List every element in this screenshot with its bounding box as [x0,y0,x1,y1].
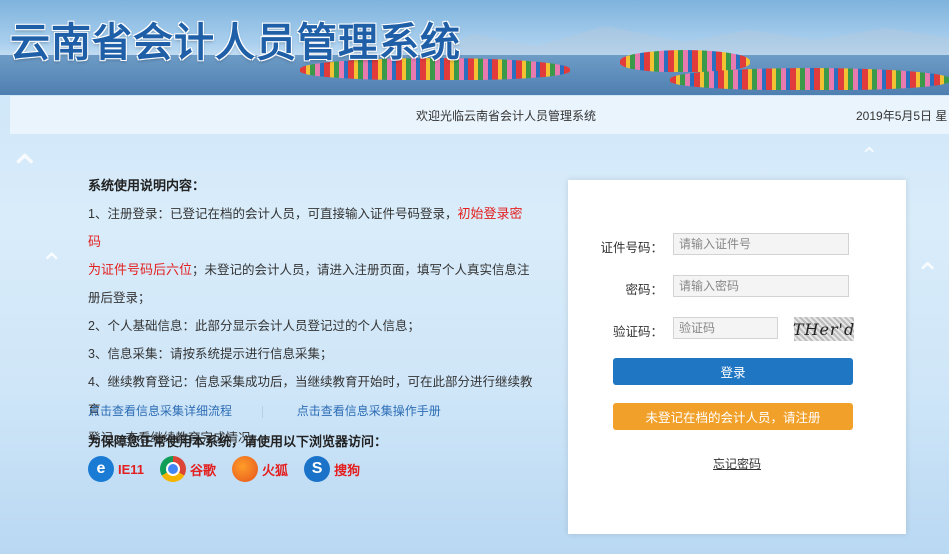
password-row: 密码： [568,275,906,299]
chrome-icon [160,456,187,482]
id-number-input[interactable] [673,233,849,255]
login-button[interactable]: 登录 [613,358,853,385]
captcha-image[interactable]: THer'd [793,317,854,341]
sogou-icon: S [304,456,331,482]
browser-ie[interactable]: e IE11 [88,456,154,482]
captcha-label: 验证码： [612,325,663,339]
collection-manual-link[interactable]: 点击查看信息采集操作手册 [297,404,441,418]
seagull-icon: ⌃ [40,248,64,279]
browser-list: e IE11 谷歌 火狐 S 搜狗 [88,455,376,483]
instruction-text: ；未登记的会计人员，请进入注册页面，填写个人真实信息注 [192,263,530,277]
firefox-icon [232,456,259,482]
browser-label: IE11 [118,461,145,477]
id-label: 证件号码： [600,241,663,255]
ie-icon: e [88,456,114,482]
initial-password-note: 为证件号码后六位 [88,262,193,277]
page-title: 云南省会计人员管理系统 [10,20,461,66]
welcome-strip: 欢迎光临云南省会计人员管理系统 2019年5月5日 星 [10,96,949,134]
help-links: 点击查看信息采集详细流程 点击查看信息采集操作手册 [88,402,441,419]
browser-sogou[interactable]: S 搜狗 [304,456,370,482]
instruction-text: 册后登录； [88,291,151,305]
instruction-item-3: 3、信息采集：请按系统提示进行信息采集； [88,347,333,361]
dragon-boat [670,68,949,90]
instructions-heading: 系统使用说明内容： [88,178,206,193]
dragon-boat [620,50,750,72]
welcome-text: 欢迎光临云南省会计人员管理系统 [416,109,597,123]
browser-label: 搜狗 [334,462,361,478]
browser-label: 谷歌 [190,462,217,478]
register-button[interactable]: 未登记在档的会计人员，请注册 [613,403,853,430]
seagull-icon: ⌃ [860,143,879,168]
browser-firefox[interactable]: 火狐 [232,456,298,482]
instruction-item-1: 1、注册登录：已登记在档的会计人员，可直接输入证件号码登录，初始登录密码 为证件… [88,200,534,312]
date-text: 2019年5月5日 星 [856,109,948,123]
browser-label: 火狐 [262,462,289,478]
captcha-row: 验证码： THer'd [568,317,906,341]
seagull-icon: ⌃ [8,148,42,192]
captcha-input[interactable] [673,317,778,339]
password-input[interactable] [673,275,849,297]
header-banner: 云南省会计人员管理系统 [0,0,949,95]
login-panel: 证件号码： 密码： 验证码： THer'd 登录 未登记在档的会计人员，请注册 … [568,180,906,534]
forgot-password-link[interactable]: 忘记密码 [568,455,906,472]
browser-chrome[interactable]: 谷歌 [160,456,226,482]
seagull-icon: ⌃ [915,258,941,291]
password-label: 密码： [625,283,663,297]
collection-flow-link[interactable]: 点击查看信息采集详细流程 [88,404,232,418]
instruction-text: 1、注册登录：已登记在档的会计人员，可直接输入证件号码登录， [88,207,458,221]
id-row: 证件号码： [568,233,906,257]
browser-recommendation-title: 为保障您正常使用本系统，请使用以下浏览器访问： [88,434,388,449]
instruction-item-2: 2、个人基础信息：此部分显示会计人员登记过的个人信息； [88,319,420,333]
link-divider [262,405,264,418]
